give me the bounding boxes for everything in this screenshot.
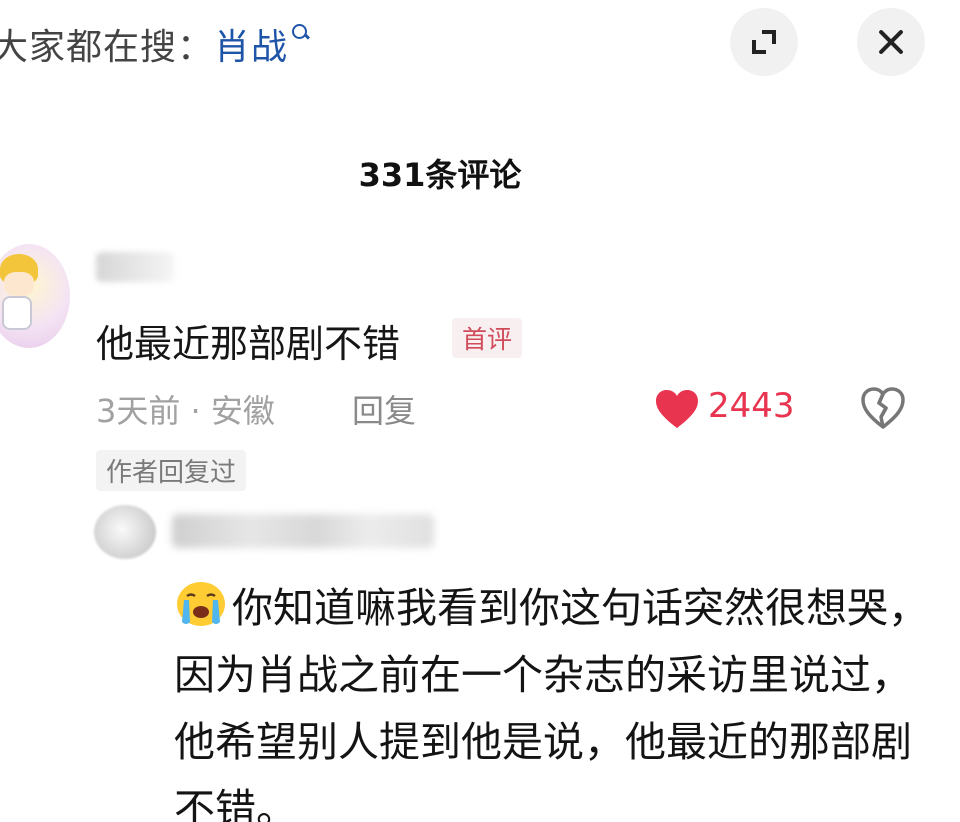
commenter-avatar[interactable] (0, 244, 70, 348)
hot-search-keyword[interactable]: 肖战 (214, 27, 288, 68)
broken-heart-icon[interactable] (860, 386, 906, 430)
comment-count-title: 331条评论 (358, 156, 522, 194)
hot-search-bar[interactable]: 大家都在搜：肖战 (0, 18, 310, 70)
close-icon (875, 26, 907, 58)
hot-search-prefix: 大家都在搜： (0, 27, 215, 68)
close-button[interactable] (857, 8, 925, 76)
comment-meta: 3天前 · 安徽 (96, 392, 275, 430)
expand-icon (752, 30, 776, 54)
reply-text: 你知道嘛我看到你这句话突然很想哭，因为肖战之前在一个杂志的采访里说过，他希望别人… (174, 584, 929, 822)
replier-name-blurred[interactable] (172, 514, 434, 548)
expand-button[interactable] (730, 8, 798, 76)
commenter-name-blurred[interactable] (96, 252, 174, 282)
comment-text: 他最近那部剧不错 (96, 322, 401, 366)
replier-avatar[interactable] (94, 505, 156, 559)
comments-screen: 大家都在搜：肖战 331条评论 他最近那部剧不错 首评 3天前 · 安徽 回复 … (0, 0, 960, 822)
reply-button[interactable]: 回复 (352, 386, 416, 432)
crying-face-icon (177, 582, 225, 626)
like-count: 2443 (708, 386, 795, 426)
first-comment-badge: 首评 (452, 318, 523, 358)
author-replied-tag[interactable]: 作者回复过 (96, 450, 247, 491)
heart-icon (656, 390, 698, 428)
search-icon[interactable] (290, 18, 310, 46)
reply-body: 你知道嘛我看到你这句话突然很想哭，因为肖战之前在一个杂志的采访里说过，他希望别人… (174, 575, 934, 822)
